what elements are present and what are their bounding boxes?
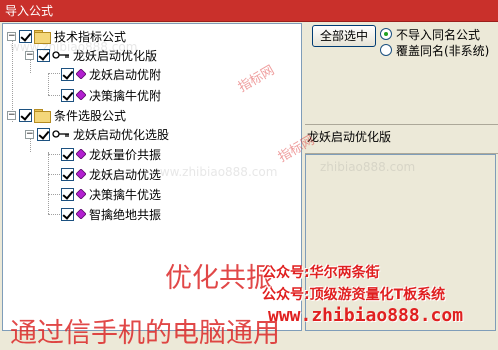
checkbox-checked[interactable] (61, 167, 74, 181)
tree-item-longyao-qidong-youfu[interactable]: 龙妖启动优附 (61, 65, 161, 83)
preview-area (305, 154, 496, 331)
radio-overwrite-same-name[interactable]: 覆盖同名(非系统) (380, 42, 489, 58)
tree-folder-longyao-opt-select[interactable]: − 龙妖启动优化选股 (25, 125, 169, 143)
checkbox-checked[interactable] (61, 67, 74, 81)
formula-tree[interactable]: − 技术指标公式 − 龙妖启动优化版 龙妖启动优附 决策擒牛优附 − 条件选股公… (2, 23, 302, 331)
formula-gem-icon (76, 90, 86, 100)
formula-gem-icon (76, 169, 86, 179)
checkbox-checked[interactable] (37, 48, 50, 62)
checkbox-checked[interactable] (61, 187, 74, 201)
key-icon (52, 130, 69, 138)
radio-unselected[interactable] (380, 44, 392, 56)
tree-item-longyao-qidong-youxuan[interactable]: 龙妖启动优选 (61, 165, 161, 183)
tree-folder-label: 龙妖启动优化选股 (73, 127, 170, 142)
tree-item-longyao-liangjia[interactable]: 龙妖量价共振 (61, 145, 161, 163)
collapse-icon[interactable]: − (7, 31, 16, 41)
folder-icon (34, 29, 51, 44)
collapse-icon[interactable]: − (25, 50, 34, 60)
preview-title: 龙妖启动优化版 (305, 124, 498, 154)
checkbox-checked[interactable] (19, 29, 32, 43)
folder-icon (34, 108, 51, 123)
collapse-icon[interactable]: − (7, 110, 16, 120)
select-all-button[interactable]: 全部选中 (312, 25, 376, 47)
collapse-icon[interactable]: − (25, 129, 34, 139)
tree-folder-label: 龙妖启动优化版 (73, 48, 158, 63)
tree-item-label: 智擒绝地共振 (89, 207, 162, 222)
radio-label: 覆盖同名(非系统) (396, 43, 490, 58)
window-title: 导入公式 (0, 0, 498, 22)
tree-group-label: 条件选股公式 (54, 108, 127, 123)
tree-group-stock-selection[interactable]: − 条件选股公式 (7, 106, 126, 124)
radio-selected[interactable] (380, 28, 392, 40)
tree-item-juece-qinniu-youfu[interactable]: 决策擒牛优附 (61, 86, 161, 104)
key-icon (52, 51, 69, 59)
checkbox-checked[interactable] (37, 127, 50, 141)
tree-item-label: 决策擒牛优附 (89, 88, 162, 103)
tree-item-juece-qinniu-youxuan[interactable]: 决策擒牛优选 (61, 185, 161, 203)
tree-group-label: 技术指标公式 (54, 29, 127, 44)
options-panel: 全部选中 不导入同名公式 覆盖同名(非系统) 龙妖启动优化版 (305, 23, 498, 331)
tree-item-label: 龙妖启动优选 (89, 167, 162, 182)
checkbox-checked[interactable] (61, 88, 74, 102)
formula-gem-icon (76, 69, 86, 79)
tree-item-label: 龙妖启动优附 (89, 67, 162, 82)
tree-folder-longyao-opt[interactable]: − 龙妖启动优化版 (25, 46, 157, 64)
tree-item-label: 决策擒牛优选 (89, 187, 162, 202)
checkbox-checked[interactable] (61, 147, 74, 161)
radio-skip-same-name[interactable]: 不导入同名公式 (380, 26, 480, 42)
formula-gem-icon (76, 149, 86, 159)
formula-gem-icon (76, 209, 86, 219)
tree-group-tech-indicators[interactable]: − 技术指标公式 (7, 27, 126, 45)
radio-label: 不导入同名公式 (396, 27, 481, 42)
tree-item-zhiqin-juedi[interactable]: 智擒绝地共振 (61, 205, 161, 223)
formula-gem-icon (76, 189, 86, 199)
checkbox-checked[interactable] (61, 207, 74, 221)
checkbox-checked[interactable] (19, 108, 32, 122)
tree-item-label: 龙妖量价共振 (89, 147, 162, 162)
